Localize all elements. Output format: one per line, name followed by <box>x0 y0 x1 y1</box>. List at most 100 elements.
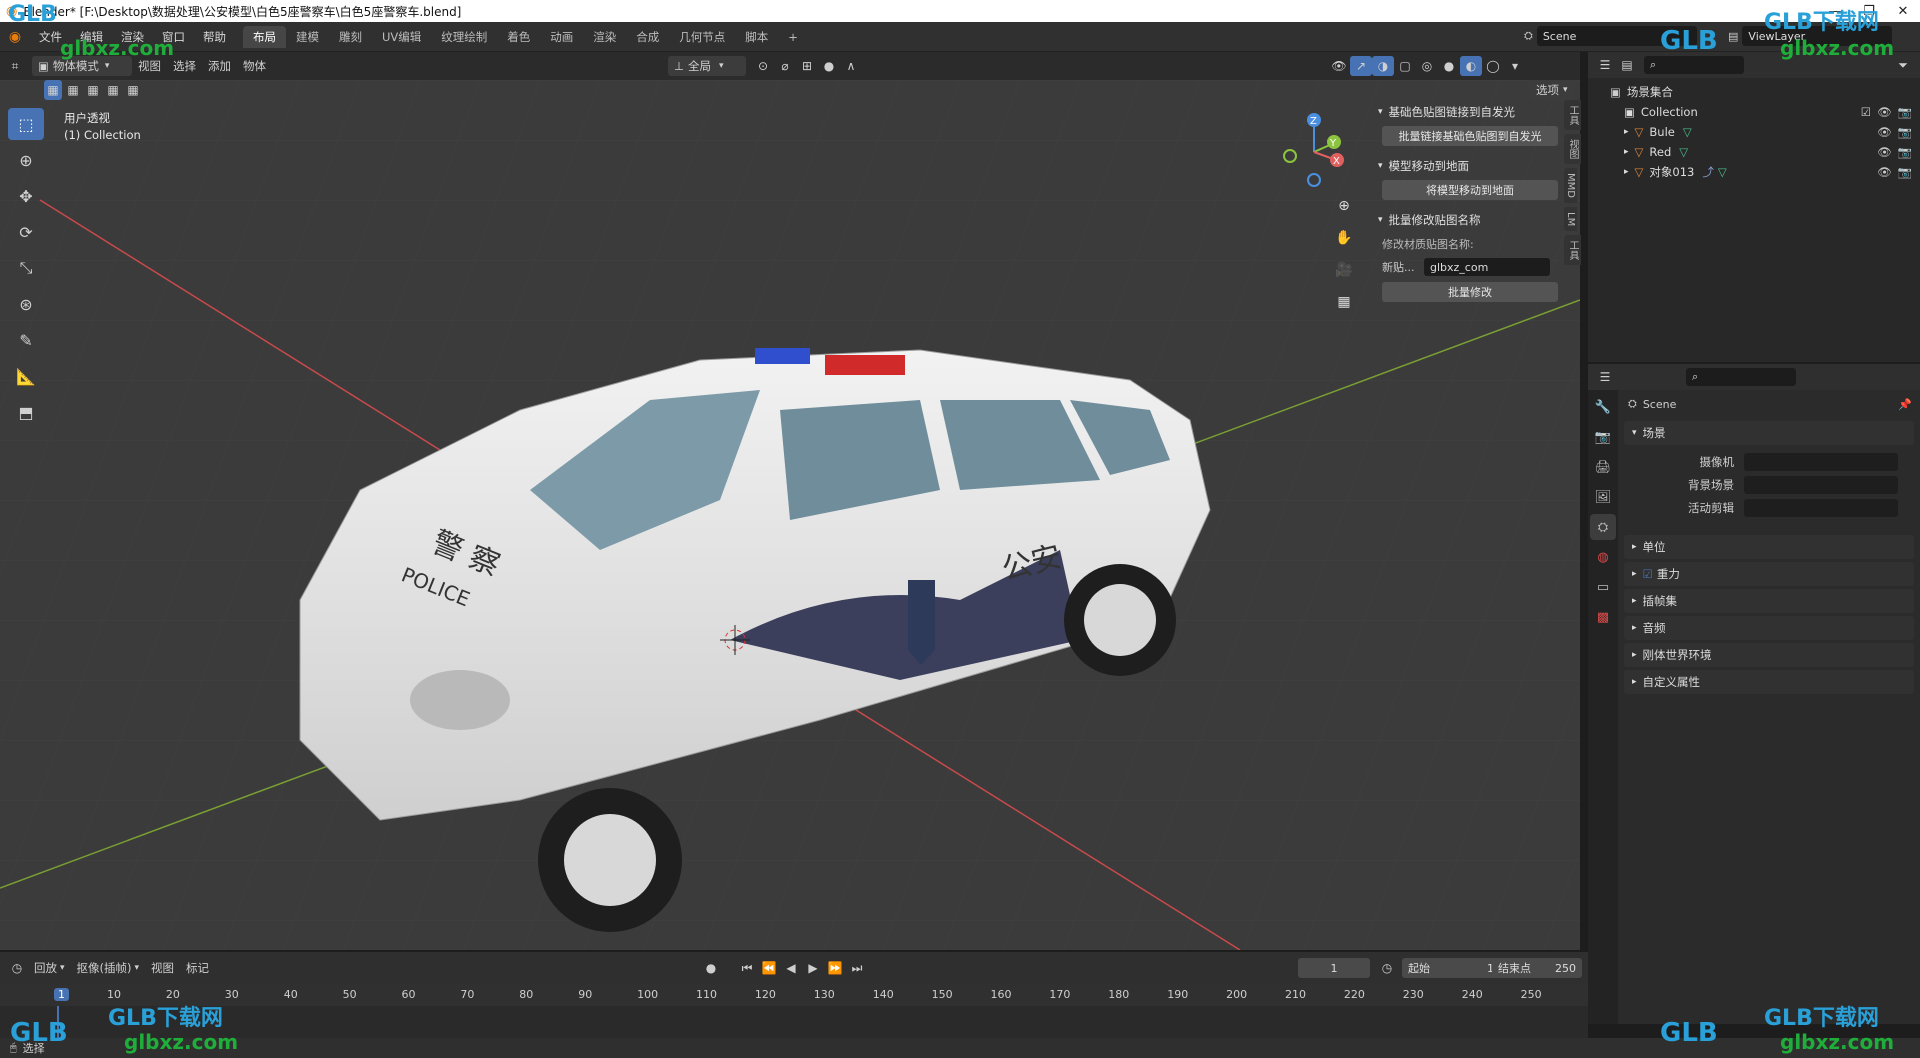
outliner-item-object013[interactable]: ▸ ▽ 对象013 ⤴ ▽ 👁 📷 <box>1588 162 1920 182</box>
new-name-input[interactable]: glbxz_com <box>1424 258 1550 276</box>
timeline-editor-icon[interactable]: ◷ <box>6 958 28 978</box>
texture-tab-icon[interactable]: ▩ <box>1590 604 1616 630</box>
eye-icon[interactable]: 👁 <box>1877 145 1892 159</box>
editor-type-icon[interactable]: ⌗ <box>4 56 26 76</box>
section-audio[interactable]: ▸ 音频 <box>1624 616 1914 640</box>
eye-icon[interactable]: 👁 <box>1877 165 1892 179</box>
tab-texture-paint[interactable]: 纹理绘制 <box>431 26 497 48</box>
np-section-move-ground[interactable]: ▾ 模型移动到地面 <box>1378 154 1558 178</box>
tab-compositing[interactable]: 合成 <box>626 26 669 48</box>
tab-sculpting[interactable]: 雕刻 <box>329 26 372 48</box>
pivot-icon[interactable]: ⊙ <box>752 56 774 76</box>
select-intersect-icon[interactable]: ▦ <box>124 80 142 100</box>
transform-tool-icon[interactable]: ⊛ <box>8 288 44 320</box>
eye-icon[interactable]: 👁 <box>1877 105 1892 119</box>
clock-icon[interactable]: ◷ <box>1376 958 1398 978</box>
add-workspace-button[interactable]: + <box>778 27 808 47</box>
section-units[interactable]: ▸ 单位 <box>1624 535 1914 559</box>
ntab-tool-2[interactable]: 工具 <box>1564 235 1581 266</box>
outliner-item-collection[interactable]: ▣ Collection ☑ 👁 📷 <box>1588 102 1920 122</box>
menu-object[interactable]: 物体 <box>237 56 272 76</box>
tab-layout[interactable]: 布局 <box>243 25 286 48</box>
jump-end-icon[interactable]: ⏭ <box>846 958 868 978</box>
batch-link-emission-button[interactable]: 批量链接基础色贴图到自发光 <box>1382 126 1558 146</box>
jump-start-icon[interactable]: ⏮ <box>736 958 758 978</box>
camera-view-icon[interactable]: 🎥 <box>1332 258 1356 282</box>
select-subtract-icon[interactable]: ▦ <box>84 80 102 100</box>
ntab-view[interactable]: 视图 <box>1564 134 1581 164</box>
tool-tab-icon[interactable]: 🔧 <box>1590 394 1616 420</box>
zoom-icon[interactable]: ⊕ <box>1332 194 1356 218</box>
camera-icon[interactable]: 📷 <box>1898 145 1912 159</box>
np-section-rename[interactable]: ▾ 批量修改贴图名称 <box>1378 208 1558 232</box>
expand-arrow-icon[interactable]: ▸ <box>1624 167 1629 177</box>
next-keyframe-icon[interactable]: ⏩ <box>824 958 846 978</box>
move-tool-icon[interactable]: ✥ <box>8 180 44 212</box>
record-icon[interactable]: ● <box>700 958 722 978</box>
outliner-search-input[interactable]: ⌕ <box>1644 56 1744 74</box>
menu-add[interactable]: 添加 <box>202 56 237 76</box>
outliner-root[interactable]: ▣ 场景集合 <box>1588 82 1920 102</box>
scene-tab-icon[interactable]: ⛭ <box>1590 514 1616 540</box>
pan-hand-icon[interactable]: ✋ <box>1332 226 1356 250</box>
start-frame-field[interactable]: 起始 1 <box>1402 958 1500 978</box>
scale-tool-icon[interactable]: ⤡ <box>8 252 44 284</box>
menu-playback[interactable]: 回放 ▾ <box>28 958 71 978</box>
outliner-editor-icon[interactable]: ☰ <box>1594 55 1616 75</box>
properties-search-input[interactable]: ⌕ <box>1686 368 1796 386</box>
np-section-emission[interactable]: ▾ 基础色贴图链接到自发光 <box>1378 100 1558 124</box>
prev-keyframe-icon[interactable]: ⏪ <box>758 958 780 978</box>
gravity-checkbox[interactable]: ☑ <box>1643 567 1653 581</box>
menu-timeline-view[interactable]: 视图 <box>145 958 180 978</box>
current-frame-field[interactable]: 1 <box>1298 958 1370 978</box>
rotate-tool-icon[interactable]: ⟳ <box>8 216 44 248</box>
blender-menu-icon[interactable]: ◉ <box>0 29 30 45</box>
section-gravity[interactable]: ▸ ☑ 重力 <box>1624 562 1914 586</box>
active-clip-field[interactable] <box>1744 499 1898 517</box>
expand-arrow-icon[interactable]: ▸ <box>1624 147 1629 157</box>
end-frame-field[interactable]: 结束点 250 <box>1492 958 1582 978</box>
tab-scripting[interactable]: 脚本 <box>735 26 778 48</box>
snap-icon[interactable]: ⌀ <box>774 56 796 76</box>
view-layer-tab-icon[interactable]: 🖼 <box>1590 484 1616 510</box>
camera-icon[interactable]: 📷 <box>1898 105 1912 119</box>
section-keying-sets[interactable]: ▸ 插帧集 <box>1624 589 1914 613</box>
expand-arrow-icon[interactable]: ▸ <box>1624 127 1629 137</box>
select-new-icon[interactable]: ▦ <box>44 80 62 100</box>
section-scene[interactable]: ▾ 场景 <box>1624 421 1914 445</box>
transform-orientation[interactable]: ⊥ 全局 ▾ <box>668 56 746 76</box>
menu-help[interactable]: 帮助 <box>194 29 235 45</box>
tab-rendering[interactable]: 渲染 <box>583 26 626 48</box>
section-custom-properties[interactable]: ▸ 自定义属性 <box>1624 670 1914 694</box>
ortho-grid-icon[interactable]: ▦ <box>1332 290 1356 314</box>
snap-target-icon[interactable]: ⊞ <box>796 56 818 76</box>
tab-uv-editing[interactable]: UV编辑 <box>372 26 431 48</box>
annotate-tool-icon[interactable]: ✎ <box>8 324 44 356</box>
batch-rename-button[interactable]: 批量修改 <box>1382 282 1558 302</box>
tab-geometry-nodes[interactable]: 几何节点 <box>669 26 735 48</box>
display-mode-icon[interactable]: ▤ <box>1616 55 1638 75</box>
play-icon[interactable]: ▶ <box>802 958 824 978</box>
cursor-tool-icon[interactable]: ⊕ <box>8 144 44 176</box>
outliner-item-bule[interactable]: ▸ ▽ Bule ▽ 👁 📷 <box>1588 122 1920 142</box>
tab-shading[interactable]: 着色 <box>497 26 540 48</box>
falloff-icon[interactable]: ∧ <box>840 56 862 76</box>
move-to-ground-button[interactable]: 将模型移动到地面 <box>1382 180 1558 200</box>
background-scene-field[interactable] <box>1744 476 1898 494</box>
ntab-mmd[interactable]: MMD <box>1564 168 1577 203</box>
section-rigid-body-world[interactable]: ▸ 刚体世界环境 <box>1624 643 1914 667</box>
wireframe-shading-icon[interactable]: ◎ <box>1416 56 1438 76</box>
add-cube-tool-icon[interactable]: ⬒ <box>8 396 44 428</box>
properties-editor-icon[interactable]: ☰ <box>1594 367 1616 387</box>
select-box-tool-icon[interactable]: ⬚ <box>8 108 44 140</box>
overlay-toggle-icon[interactable]: ◑ <box>1372 56 1394 76</box>
render-tab-icon[interactable]: 📷 <box>1590 424 1616 450</box>
checkbox-icon[interactable]: ☑ <box>1861 105 1871 119</box>
frame-ruler[interactable]: 1 10 20 30 40 50 60 70 80 90 100 110 120 130 140 150 160… <box>0 984 1588 1006</box>
visibility-icon[interactable]: 👁 <box>1328 56 1350 76</box>
rendered-shading-icon[interactable]: ◯ <box>1482 56 1504 76</box>
output-tab-icon[interactable]: 🖨 <box>1590 454 1616 480</box>
measure-tool-icon[interactable]: 📐 <box>8 360 44 392</box>
menu-marker[interactable]: 标记 <box>180 958 215 978</box>
select-extend-icon[interactable]: ▦ <box>64 80 82 100</box>
